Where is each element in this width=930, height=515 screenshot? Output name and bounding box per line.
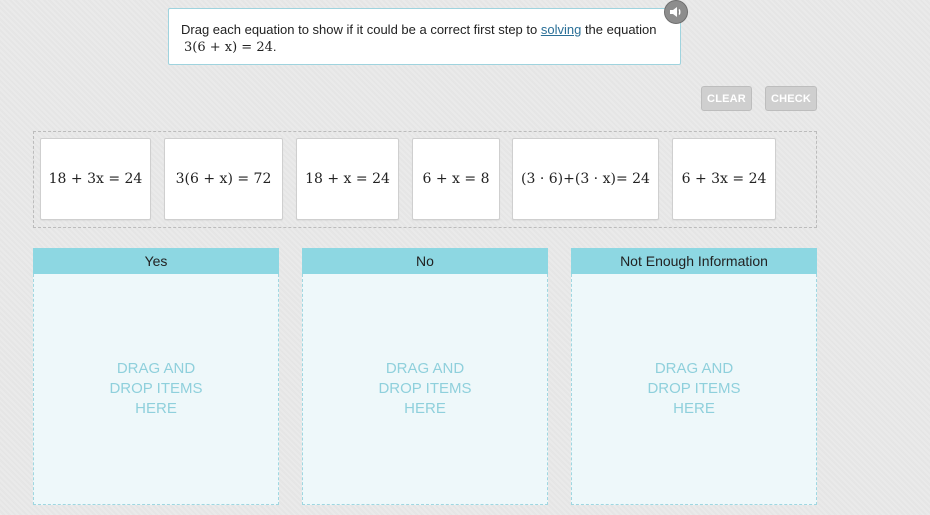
check-button[interactable]: CHECK <box>765 86 817 111</box>
target-equation: 3(6 + x) = 24 <box>184 40 273 55</box>
instruction-text: Drag each equation to show if it could b… <box>181 22 541 37</box>
bin-title: Not Enough Information <box>571 248 817 274</box>
audio-button[interactable] <box>664 0 688 24</box>
drop-zone[interactable]: DRAG AND DROP ITEMS HERE <box>302 274 548 505</box>
drop-zone[interactable]: DRAG AND DROP ITEMS HERE <box>571 274 817 505</box>
bin-title: Yes <box>33 248 279 274</box>
equation-tile[interactable]: (3 · 6)+(3 · x)= 24 <box>512 138 659 220</box>
drop-hint: DRAG AND DROP ITEMS HERE <box>109 360 203 417</box>
instruction-box: Drag each equation to show if it could b… <box>168 8 681 65</box>
equation-period: . <box>272 39 277 54</box>
bin-not-enough-information[interactable]: Not Enough Information DRAG AND DROP ITE… <box>571 248 817 505</box>
clear-button[interactable]: CLEAR <box>701 86 752 111</box>
drop-hint: DRAG AND DROP ITEMS HERE <box>378 360 472 417</box>
target-equation-line: 3(6 + x) = 24. <box>181 38 668 56</box>
drop-hint: DRAG AND DROP ITEMS HERE <box>647 360 741 417</box>
bin-no[interactable]: No DRAG AND DROP ITEMS HERE <box>302 248 548 505</box>
equation-tile[interactable]: 18 + x = 24 <box>296 138 399 220</box>
equation-tile[interactable]: 6 + 3x = 24 <box>672 138 776 220</box>
equation-tile[interactable]: 6 + x = 8 <box>412 138 500 220</box>
bin-title: No <box>302 248 548 274</box>
equation-tile[interactable]: 18 + 3x = 24 <box>40 138 151 220</box>
drop-zone[interactable]: DRAG AND DROP ITEMS HERE <box>33 274 279 505</box>
bin-yes[interactable]: Yes DRAG AND DROP ITEMS HERE <box>33 248 279 505</box>
equation-tile[interactable]: 3(6 + x) = 72 <box>164 138 283 220</box>
solving-link[interactable]: solving <box>541 22 581 37</box>
speaker-icon <box>670 7 681 17</box>
instruction-text-end: the equation <box>581 22 657 37</box>
